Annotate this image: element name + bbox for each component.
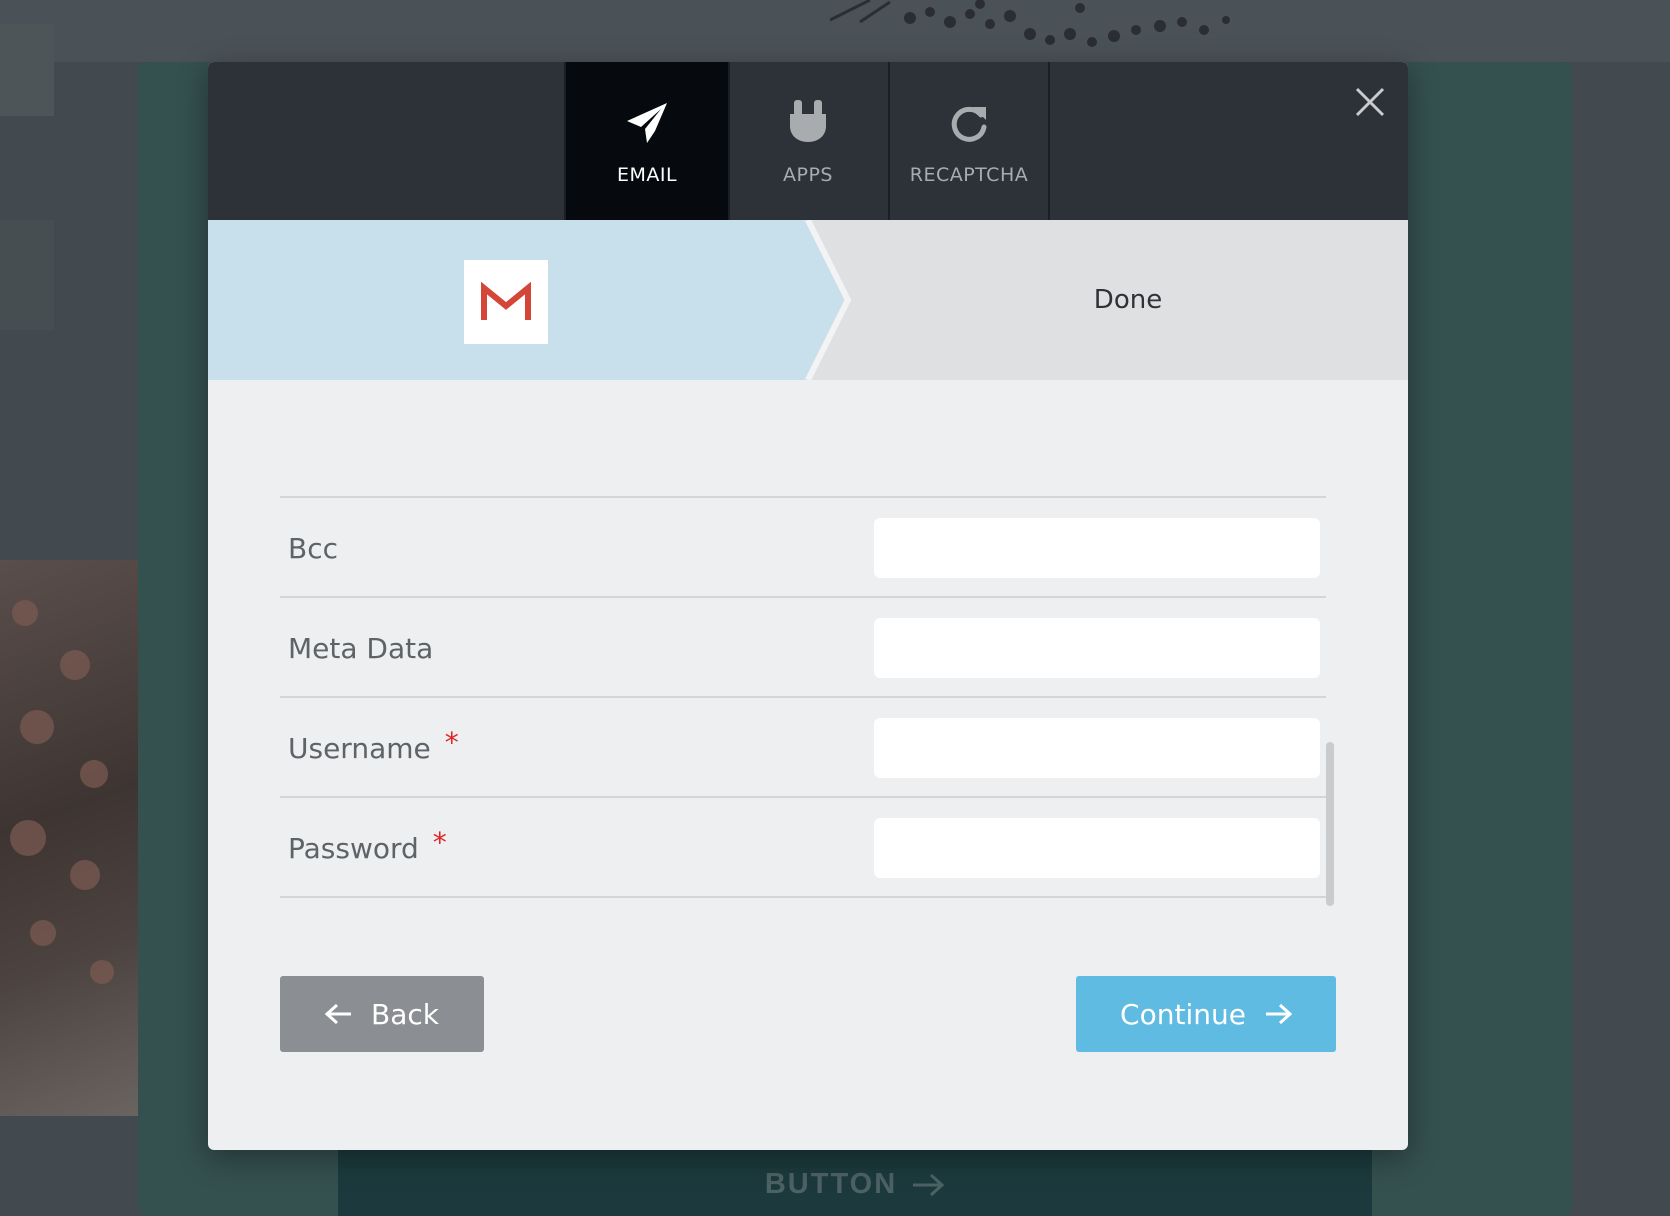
- gmail-logo: [464, 260, 548, 344]
- background-flowers-image: [830, 0, 1230, 47]
- tab-label: EMAIL: [616, 164, 678, 186]
- background-cta-button: BUTTON: [338, 1148, 1372, 1216]
- close-icon: [1355, 87, 1385, 117]
- required-marker: *: [432, 825, 447, 859]
- background-flowers-photo: [0, 560, 138, 1116]
- tab-email[interactable]: EMAIL: [564, 62, 730, 220]
- meta-data-input[interactable]: [874, 618, 1320, 678]
- back-button-label: Back: [371, 997, 439, 1031]
- field-label-bcc: Bcc: [288, 531, 338, 565]
- tab-apps[interactable]: APPS: [728, 62, 890, 220]
- refresh-icon: [951, 106, 987, 142]
- background-frame: [0, 220, 54, 330]
- arrow-right-icon: [913, 1173, 945, 1196]
- form-scrollbar[interactable]: [1326, 742, 1334, 906]
- required-marker: *: [444, 725, 459, 759]
- gmail-icon: [481, 282, 531, 320]
- form-row-meta-data: Meta Data: [280, 596, 1326, 696]
- continue-button[interactable]: Continue: [1076, 976, 1336, 1052]
- username-input[interactable]: [874, 718, 1320, 778]
- field-label-meta-data: Meta Data: [288, 631, 434, 665]
- field-label-password: Password *: [288, 825, 447, 865]
- background-frame: [0, 24, 54, 116]
- form-row-username: Username *: [280, 696, 1326, 796]
- step-done-label: Done: [1093, 285, 1163, 315]
- paper-plane-icon: [627, 103, 667, 143]
- continue-button-label: Continue: [1120, 997, 1246, 1031]
- plug-icon: [790, 100, 826, 142]
- integration-modal: EMAIL APPS RECAPTCHA Done Bcc Meta Data …: [208, 62, 1408, 1150]
- password-input[interactable]: [874, 818, 1320, 878]
- bcc-input[interactable]: [874, 518, 1320, 578]
- tab-recaptcha[interactable]: RECAPTCHA: [890, 62, 1050, 220]
- back-button[interactable]: Back: [280, 976, 484, 1052]
- arrow-right-icon: [1265, 1003, 1292, 1025]
- modal-header: EMAIL APPS RECAPTCHA: [208, 62, 1408, 220]
- form-row-password: Password *: [280, 796, 1326, 898]
- close-button[interactable]: [1352, 84, 1388, 120]
- arrow-left-icon: [325, 1003, 351, 1025]
- background-cta-label: BUTTON: [764, 1168, 898, 1200]
- field-label-username: Username *: [288, 725, 459, 765]
- setup-stepper: Done: [208, 220, 1408, 380]
- tab-label: APPS: [783, 164, 833, 186]
- form-row-bcc: Bcc: [280, 496, 1326, 596]
- tab-label: RECAPTCHA: [909, 164, 1029, 186]
- connection-form: Bcc Meta Data Username * Password *: [280, 496, 1326, 898]
